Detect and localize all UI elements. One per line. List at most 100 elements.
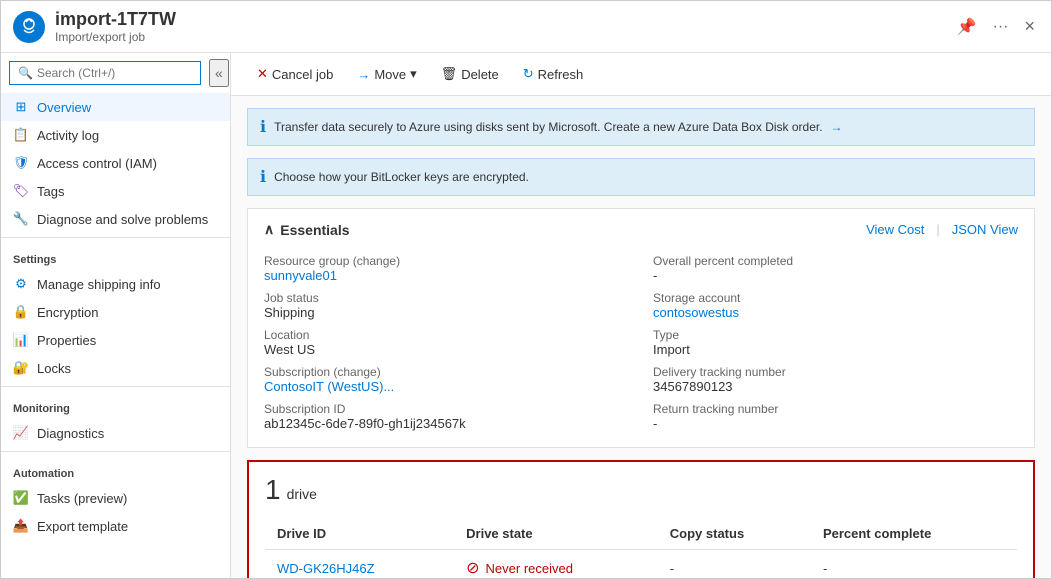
more-button[interactable]: ··· — [989, 14, 1013, 40]
monitoring-section-label: Monitoring — [1, 391, 230, 419]
cancel-label: Cancel job — [272, 67, 333, 82]
essentials-title: ∧ Essentials — [264, 221, 350, 238]
sidebar-item-label: Tags — [37, 184, 64, 199]
automation-section-label: Automation — [1, 456, 230, 484]
sidebar-item-label: Diagnostics — [37, 426, 104, 441]
diagnose-icon: 🔧 — [13, 211, 29, 227]
field-location: Location West US — [264, 324, 629, 361]
field-value: - — [653, 416, 1018, 431]
col-drive-state: Drive state — [454, 518, 658, 550]
drive-count: 1 — [265, 474, 281, 506]
search-input[interactable] — [37, 66, 192, 80]
diagnostics-icon: 📈 — [13, 425, 29, 441]
field-label: Type — [653, 328, 1018, 342]
field-overall-percent: Overall percent completed - — [653, 250, 1018, 287]
sidebar-item-label: Diagnose and solve problems — [37, 212, 208, 227]
info-text: Transfer data securely to Azure using di… — [274, 120, 822, 134]
sidebar-item-label: Properties — [37, 333, 96, 348]
sidebar-collapse-button[interactable]: « — [209, 59, 229, 87]
sidebar-item-activity-log[interactable]: 📋 Activity log — [1, 121, 230, 149]
refresh-label: Refresh — [538, 67, 584, 82]
field-value-link[interactable]: ContosoIT (WestUS)... — [264, 379, 629, 394]
col-drive-id: Drive ID — [265, 518, 454, 550]
field-type: Type Import — [653, 324, 1018, 361]
resource-title: import-1T7TW — [55, 9, 953, 30]
field-value-link[interactable]: contosowestus — [653, 305, 1018, 320]
title-info: import-1T7TW Import/export job — [55, 9, 953, 44]
field-label: Delivery tracking number — [653, 365, 1018, 379]
pin-button[interactable]: 📌 — [953, 13, 981, 41]
move-button[interactable]: → Move ▾ — [347, 61, 426, 87]
move-icon: → — [357, 67, 370, 82]
field-label: Overall percent completed — [653, 254, 1018, 268]
tags-icon: 🏷 — [13, 183, 29, 199]
sidebar-item-label: Encryption — [37, 305, 98, 320]
overview-icon: ⊞ — [13, 99, 29, 115]
percent-complete-cell: - — [811, 550, 1017, 579]
cancel-job-button[interactable]: ✕ Cancel job — [247, 61, 343, 87]
settings-section-label: Settings — [1, 242, 230, 270]
separator: | — [936, 222, 939, 237]
sidebar-item-properties[interactable]: 📊 Properties — [1, 326, 230, 354]
info-icon: ℹ — [260, 117, 266, 137]
move-chevron-icon: ▾ — [410, 66, 417, 82]
close-button[interactable]: × — [1020, 12, 1039, 41]
delete-icon: 🗑 — [441, 66, 458, 82]
drive-id-link[interactable]: WD-GK26HJ46Z — [277, 561, 375, 576]
sidebar-item-shipping[interactable]: ⚙ Manage shipping info — [1, 270, 230, 298]
error-icon: ⊘ — [466, 558, 479, 578]
field-storage-account: Storage account contosowestus — [653, 287, 1018, 324]
essentials-section: ∧ Essentials View Cost | JSON View Reso — [247, 208, 1035, 448]
delete-button[interactable]: 🗑 Delete — [431, 61, 509, 87]
sidebar-item-label: Tasks (preview) — [37, 491, 127, 506]
essentials-header: ∧ Essentials View Cost | JSON View — [264, 221, 1018, 238]
title-actions: 📌 ··· × — [953, 12, 1039, 41]
sidebar-item-encryption[interactable]: 🔒 Encryption — [1, 298, 230, 326]
sidebar-item-overview[interactable]: ⊞ Overview — [1, 93, 230, 121]
table-header-row: Drive ID Drive state Copy status Percent… — [265, 518, 1017, 550]
chevron-down-icon: ∧ — [264, 221, 274, 238]
delete-label: Delete — [461, 67, 499, 82]
tasks-icon: ✅ — [13, 490, 29, 506]
sidebar-item-access-control[interactable]: 🛡 Access control (IAM) — [1, 149, 230, 177]
sidebar-item-tags[interactable]: 🏷 Tags — [1, 177, 230, 205]
field-value: ab12345c-6de7-89f0-gh1ij234567k — [264, 416, 629, 431]
content-scroll: ℹ Transfer data securely to Azure using … — [231, 96, 1051, 578]
cancel-icon: ✕ — [257, 66, 268, 82]
field-value-link[interactable]: sunnyvale01 — [264, 268, 629, 283]
access-control-icon: 🛡 — [13, 155, 29, 171]
field-label: Location — [264, 328, 629, 342]
table-row: WD-GK26HJ46Z ⊘ Never received - - — [265, 550, 1017, 579]
col-percent-complete: Percent complete — [811, 518, 1017, 550]
drive-label: drive — [287, 486, 317, 502]
field-value: Import — [653, 342, 1018, 357]
sidebar-item-diagnose[interactable]: 🔧 Diagnose and solve problems — [1, 205, 230, 233]
sidebar-item-diagnostics[interactable]: 📈 Diagnostics — [1, 419, 230, 447]
drive-table: Drive ID Drive state Copy status Percent… — [265, 518, 1017, 578]
drive-state-cell: ⊘ Never received — [454, 550, 658, 579]
field-job-status: Job status Shipping — [264, 287, 629, 324]
copy-status-cell: - — [658, 550, 811, 579]
toolbar: ✕ Cancel job → Move ▾ 🗑 Delete ↻ Refresh — [231, 53, 1051, 96]
title-bar: import-1T7TW Import/export job 📌 ··· × — [1, 1, 1051, 53]
sidebar-item-locks[interactable]: 🔐 Locks — [1, 354, 230, 382]
view-cost-link[interactable]: View Cost — [866, 222, 924, 237]
refresh-icon: ↻ — [523, 66, 534, 82]
app-icon — [13, 11, 45, 43]
field-label: Job status — [264, 291, 629, 305]
col-copy-status: Copy status — [658, 518, 811, 550]
field-value: - — [653, 268, 1018, 283]
json-view-link[interactable]: JSON View — [952, 222, 1018, 237]
refresh-button[interactable]: ↻ Refresh — [513, 61, 593, 87]
info-banner: ℹ Transfer data securely to Azure using … — [247, 108, 1035, 146]
drive-id-cell: WD-GK26HJ46Z — [265, 550, 454, 579]
info-link[interactable]: → — [831, 120, 843, 134]
sidebar-item-label: Access control (IAM) — [37, 156, 157, 171]
bitlocker-icon: ℹ — [260, 167, 266, 187]
field-value: 34567890123 — [653, 379, 1018, 394]
sidebar-item-tasks[interactable]: ✅ Tasks (preview) — [1, 484, 230, 512]
field-subscription: Subscription (change) ContosoIT (WestUS)… — [264, 361, 629, 398]
sidebar-item-export[interactable]: 📤 Export template — [1, 512, 230, 540]
field-label: Subscription ID — [264, 402, 629, 416]
encryption-icon: 🔒 — [13, 304, 29, 320]
